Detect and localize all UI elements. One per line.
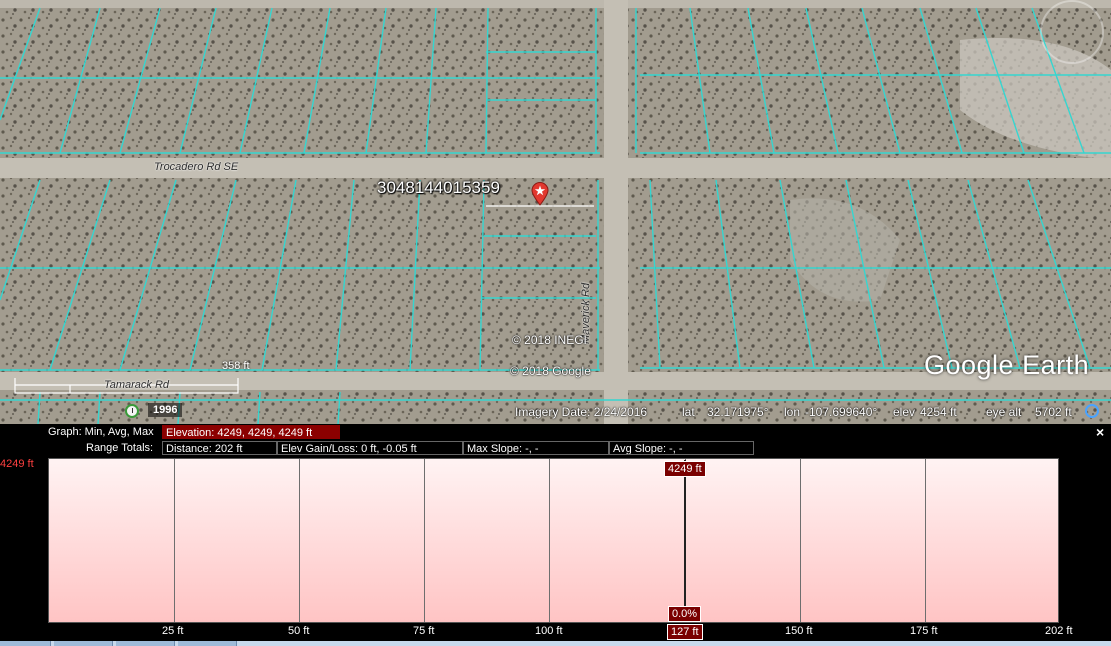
lat-label: lat	[682, 405, 695, 419]
x-tick-label: 100 ft	[535, 625, 563, 637]
elevation-stats: Elevation: 4249, 4249, 4249 ft	[162, 425, 340, 439]
scale-label: 358 ft	[222, 360, 250, 372]
historical-imagery-year[interactable]: 1996	[148, 403, 183, 417]
taskbar-button[interactable]	[116, 641, 175, 646]
grid-line	[174, 459, 175, 622]
copyright-inegi: © 2018 INEGI	[512, 333, 587, 347]
road-label-trocadero: Trocadero Rd SE	[154, 161, 239, 173]
taskbar-button[interactable]	[0, 641, 51, 646]
eye-alt-value: 5702 ft	[1035, 405, 1072, 419]
lon-label: lon	[784, 405, 801, 419]
avg-slope-stat: Avg Slope: -, -	[609, 441, 754, 455]
grid-line	[549, 459, 550, 622]
grid-line	[424, 459, 425, 622]
clock-icon[interactable]	[125, 404, 139, 418]
grid-line	[299, 459, 300, 622]
imagery-date: Imagery Date: 2/24/2016	[515, 405, 648, 419]
elev-label: elev	[893, 405, 916, 419]
grid-line	[925, 459, 926, 622]
placemark-icon[interactable]	[531, 182, 549, 206]
cursor-elevation-flag: 4249 ft	[664, 461, 706, 477]
x-tick-label: 150 ft	[785, 625, 813, 637]
elevation-plot-area[interactable]	[48, 458, 1059, 623]
y-axis-tick-label: 4249 ft	[0, 458, 34, 470]
taskbar-button[interactable]	[178, 641, 237, 646]
max-slope-stat: Max Slope: -, -	[463, 441, 609, 455]
elev-gain-loss-stat: Elev Gain/Loss: 0 ft, -0.05 ft	[277, 441, 463, 455]
parcel-id-label[interactable]: 3048144015359	[377, 178, 500, 198]
range-totals-label: Range Totals:	[86, 442, 154, 454]
compass-icon[interactable]	[1040, 0, 1104, 64]
distance-stat: Distance: 202 ft	[162, 441, 277, 455]
cursor-distance-flag: 127 ft	[667, 624, 703, 640]
map-view[interactable]: Trocadero Rd SE Maverick Rd Tamarack Rd …	[0, 0, 1111, 424]
profile-cursor-line[interactable]	[684, 460, 686, 622]
lon-value: -107.699640°	[805, 405, 878, 419]
road-label-tamarack: Tamarack Rd	[104, 379, 170, 391]
close-profile-button[interactable]: ×	[1096, 424, 1104, 440]
x-tick-label: 50 ft	[288, 625, 310, 637]
copyright-google: © 2018 Google	[510, 364, 591, 378]
taskbar-strip	[0, 641, 1111, 646]
x-tick-label: 75 ft	[413, 625, 435, 637]
graph-label: Graph: Min, Avg, Max	[48, 426, 154, 438]
cursor-slope-flag: 0.0%	[668, 606, 702, 622]
elev-value: 4254 ft	[920, 405, 957, 419]
lat-value: 32.171975°	[707, 405, 769, 419]
eye-alt-label: eye alt	[986, 405, 1022, 419]
grid-line	[800, 459, 801, 622]
nav-icon[interactable]	[1085, 404, 1099, 418]
x-tick-label: 175 ft	[910, 625, 938, 637]
taskbar-button[interactable]	[54, 641, 113, 646]
x-tick-label: 25 ft	[162, 625, 184, 637]
x-tick-label: 202 ft	[1045, 625, 1073, 637]
google-earth-logo: Google Earth	[924, 350, 1090, 380]
